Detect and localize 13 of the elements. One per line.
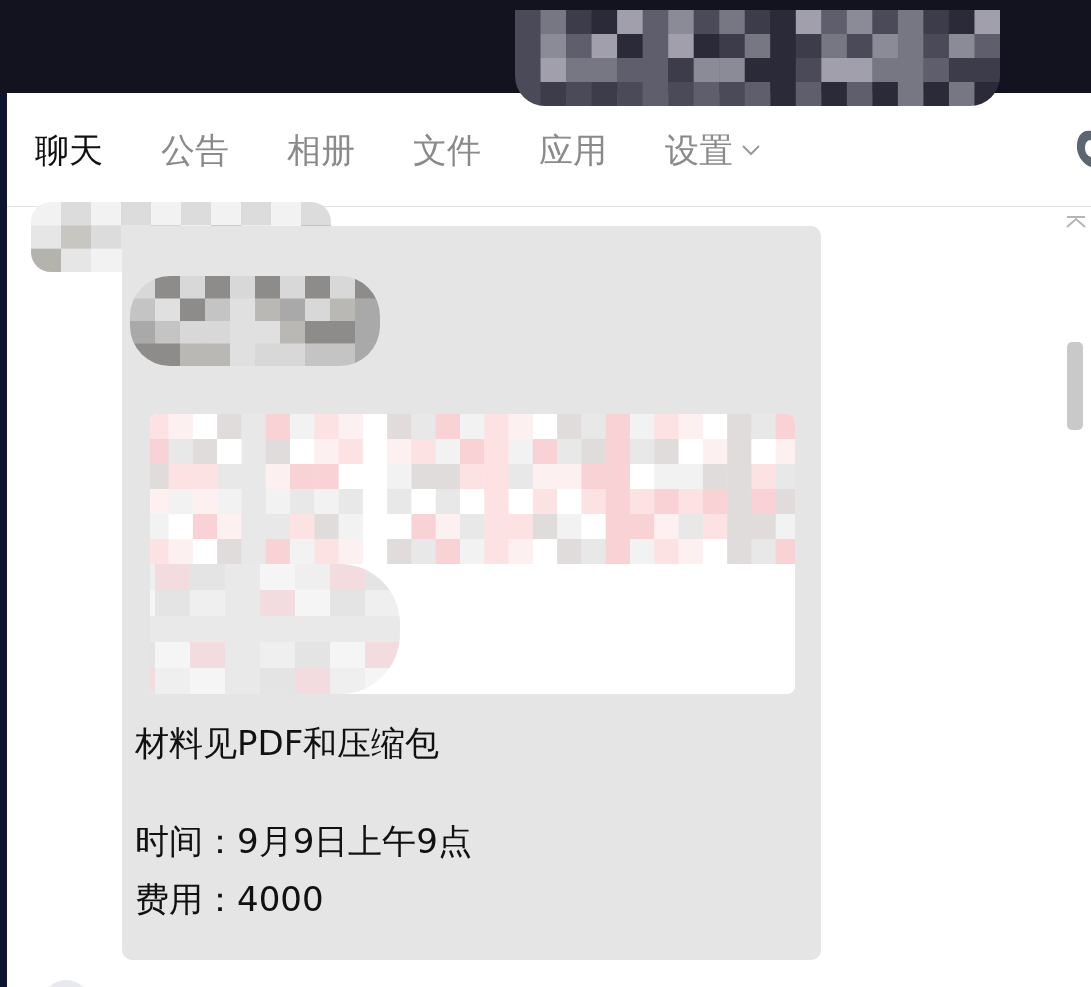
link-card[interactable] xyxy=(150,414,795,694)
collapse-icon[interactable] xyxy=(1065,215,1087,229)
scrollbar-thumb[interactable] xyxy=(1067,342,1083,430)
tab[interactable]: 应用 xyxy=(539,132,607,167)
tab[interactable]: 聊天 xyxy=(35,132,103,167)
tab[interactable]: 相册 xyxy=(287,132,355,167)
message-line: 时间：9月9日上午9点 xyxy=(135,820,473,863)
message-line: 材料见PDF和压缩包 xyxy=(135,722,441,765)
tab[interactable]: 文件 xyxy=(413,132,481,167)
message-line: 费用：4000 xyxy=(135,878,325,921)
phone-icon[interactable] xyxy=(1074,129,1091,169)
tab[interactable]: 公告 xyxy=(161,132,229,167)
tab[interactable]: 设置 xyxy=(665,132,761,167)
